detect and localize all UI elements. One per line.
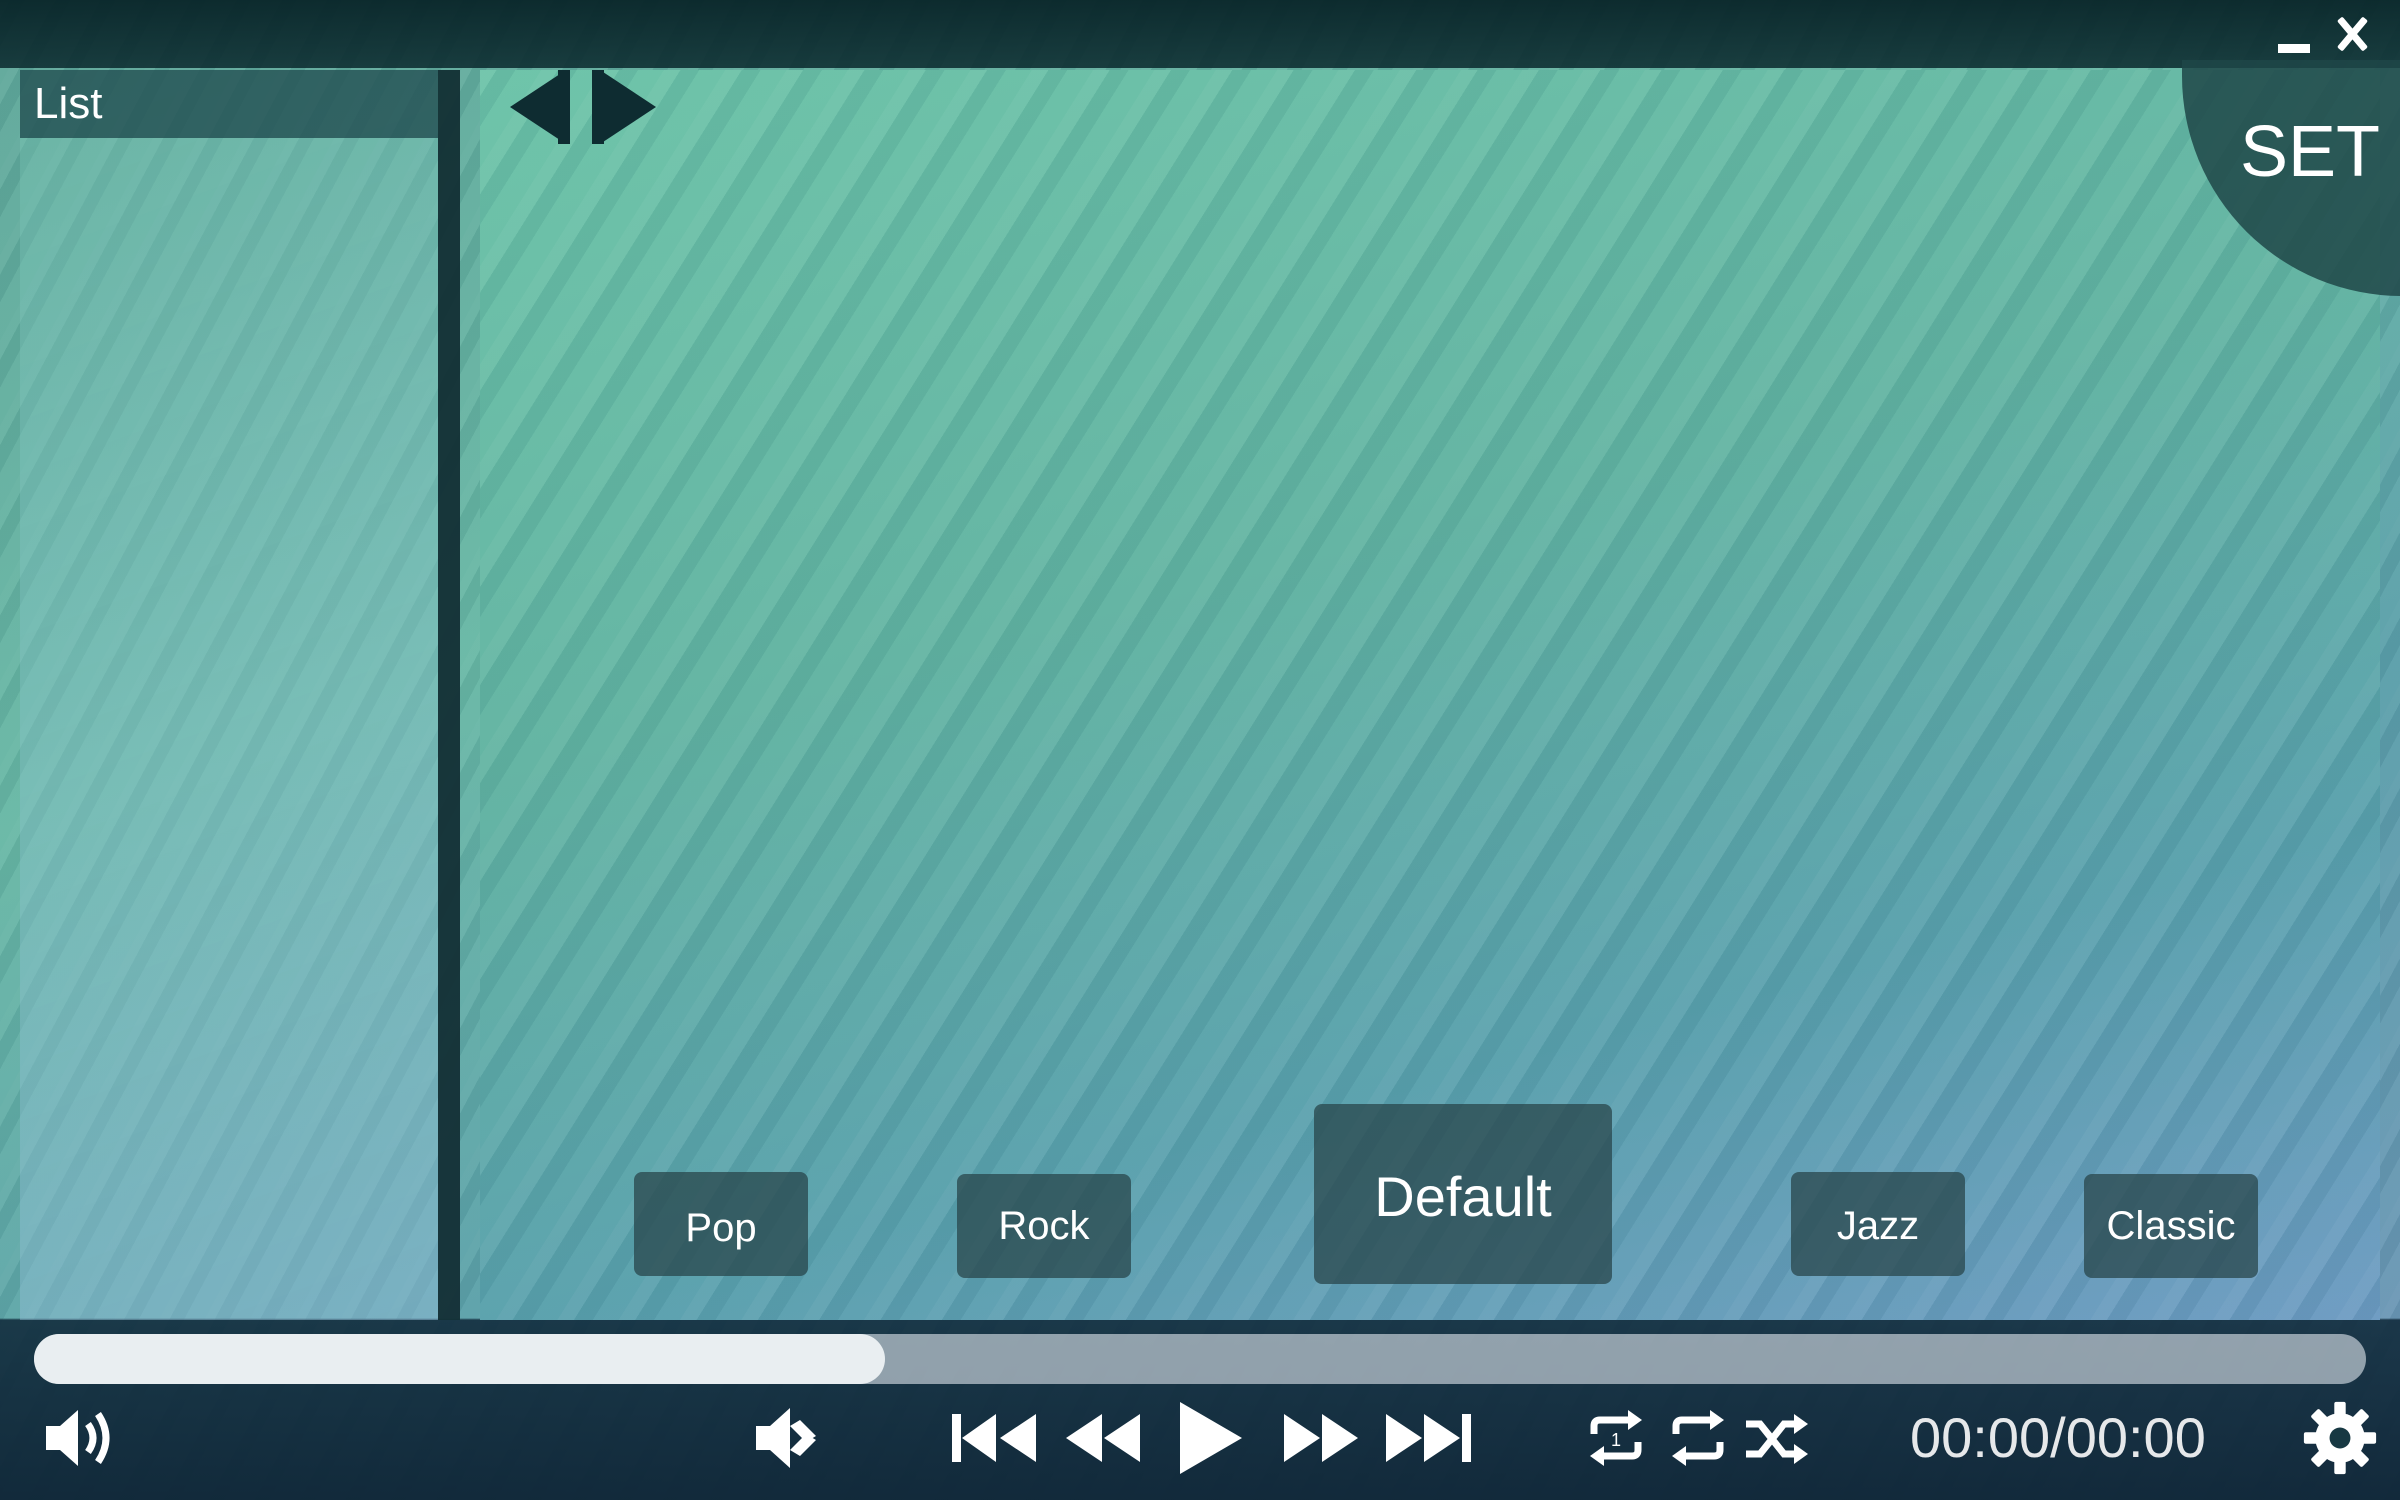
genre-classic-button[interactable]: Classic <box>2084 1174 2258 1278</box>
music-player-window: List SET Pop Rock Default Jazz Classic 1… <box>0 0 2400 1500</box>
shuffle-icon[interactable] <box>1744 1400 1810 1476</box>
close-icon[interactable] <box>2330 12 2374 56</box>
repeat-icon[interactable] <box>1668 1400 1728 1476</box>
genre-rock-button[interactable]: Rock <box>957 1174 1131 1278</box>
genre-default-label: Default <box>1374 1165 1552 1228</box>
triangle-left-icon[interactable] <box>510 70 574 144</box>
mute-icon[interactable] <box>752 1400 818 1476</box>
repeat-one-icon[interactable]: 1 <box>1586 1400 1646 1476</box>
genre-default-button[interactable]: Default <box>1314 1104 1612 1284</box>
playlist-panel: List <box>20 70 460 1320</box>
seek-bar-fill <box>34 1334 886 1384</box>
skip-next-icon[interactable] <box>1384 1400 1474 1476</box>
genre-pop-button[interactable]: Pop <box>634 1172 808 1276</box>
fast-forward-icon[interactable] <box>1282 1400 1362 1476</box>
genre-pop-label: Pop <box>685 1206 757 1250</box>
genre-jazz-label: Jazz <box>1836 1204 1920 1248</box>
playlist-title: List <box>34 79 103 128</box>
playlist-header: List <box>20 70 438 138</box>
genre-jazz-button[interactable]: Jazz <box>1791 1172 1965 1276</box>
svg-text:1: 1 <box>1611 1430 1621 1450</box>
seek-bar[interactable] <box>34 1334 2366 1384</box>
rewind-icon[interactable] <box>1062 1400 1142 1476</box>
gear-icon[interactable] <box>2300 1400 2380 1476</box>
genre-rock-label: Rock <box>998 1204 1090 1248</box>
speaker-icon[interactable] <box>44 1400 116 1476</box>
genre-classic-label: Classic <box>2106 1204 2236 1248</box>
set-label: SET <box>2240 112 2381 192</box>
nav-arrows <box>510 70 660 144</box>
skip-previous-icon[interactable] <box>950 1400 1038 1476</box>
minimize-icon[interactable] <box>2278 44 2310 53</box>
triangle-right-icon[interactable] <box>592 70 656 144</box>
time-readout: 00:00/00:00 <box>1910 1406 2206 1469</box>
play-icon[interactable] <box>1176 1400 1244 1476</box>
